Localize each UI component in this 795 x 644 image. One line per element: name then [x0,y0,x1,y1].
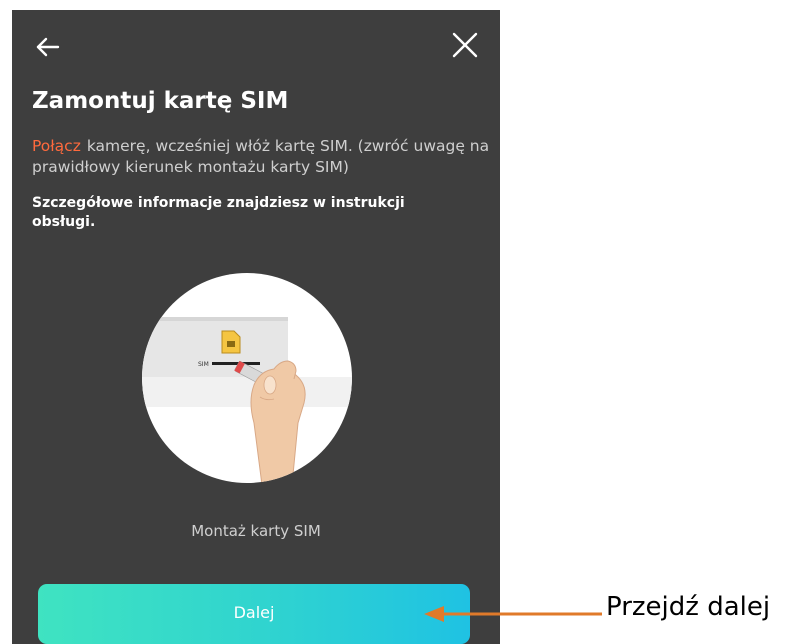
callout-arrow-icon [424,606,602,622]
close-icon [452,32,478,58]
sim-install-drawing: SIM [142,317,352,483]
page-title: Zamontuj kartę SIM [32,88,289,114]
camera-body-shape [142,317,288,377]
manual-info-text: Szczegółowe informacje znajdziesz w inst… [32,195,405,230]
sim-install-illustration: SIM [142,273,352,483]
sim-card-icon [221,330,241,354]
next-button[interactable]: Dalej [38,584,470,644]
sim-slot-label: SIM [198,361,209,368]
connect-link[interactable]: Połącz [32,137,81,155]
sim-slot [212,362,260,365]
hand-drawing [250,360,306,483]
instruction-body: kamerę, wcześniej włóż kartę SIM. (zwróć… [32,137,490,176]
illustration-caption: Montaż karty SIM [191,522,321,540]
sim-setup-screen: Zamontuj kartę SIM Połącz kamerę, wcześni… [12,10,500,644]
screenshot-stage: Zamontuj kartę SIM Połącz kamerę, wcześni… [0,0,795,644]
back-button[interactable] [34,32,64,62]
arrow-left-icon [36,37,60,57]
close-button[interactable] [448,28,482,62]
instruction-text: Połącz kamerę, wcześniej włóż kartę SIM. … [32,136,492,178]
callout-label: Przejdź dalej [606,592,771,622]
